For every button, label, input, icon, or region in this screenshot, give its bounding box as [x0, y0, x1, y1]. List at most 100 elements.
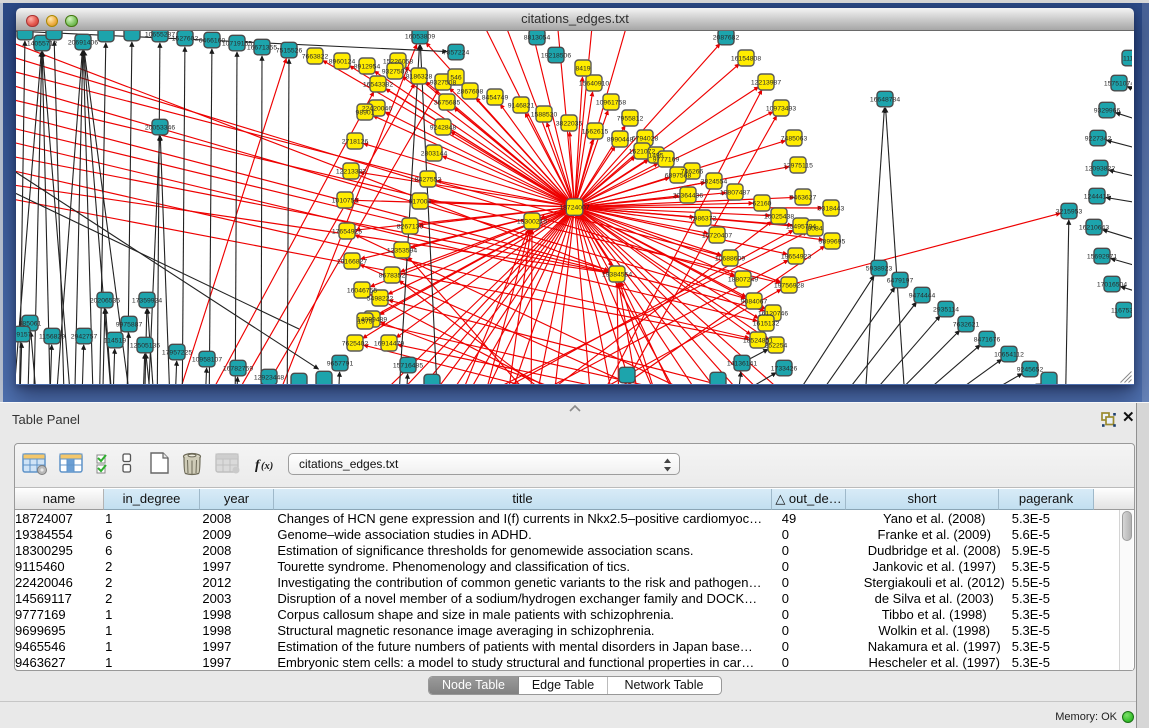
svg-text:9327503: 9327503	[382, 68, 409, 75]
svg-text:15751074: 15751074	[1104, 80, 1132, 87]
svg-text:1117: 1117	[1123, 55, 1132, 62]
svg-text:7986372: 7986372	[690, 215, 717, 222]
svg-text:19756928: 19756928	[774, 282, 804, 289]
svg-text:19166827: 19166827	[337, 258, 367, 265]
svg-text:3824554: 3824554	[701, 178, 728, 185]
svg-text:7955812: 7955812	[617, 115, 644, 122]
svg-text:15716485: 15716485	[393, 362, 423, 369]
svg-text:10688609: 10688609	[715, 255, 745, 262]
svg-text:8912954: 8912954	[354, 63, 381, 70]
svg-text:9227342: 9227342	[1085, 135, 1112, 142]
svg-text:12213987: 12213987	[751, 79, 781, 86]
svg-text:3822035: 3822035	[556, 120, 583, 127]
svg-text:10958107: 10958107	[192, 356, 222, 363]
svg-text:(x): (x)	[261, 461, 273, 472]
svg-text:9474444: 9474444	[909, 292, 936, 299]
svg-text:9084067: 9084067	[741, 298, 768, 305]
svg-text:9899695: 9899695	[819, 238, 846, 245]
svg-text:2087682: 2087682	[713, 34, 740, 41]
svg-text:546: 546	[450, 74, 462, 81]
svg-text:1733426: 1733426	[771, 365, 798, 372]
svg-text:1244415: 1244415	[1084, 193, 1111, 200]
svg-text:7632621: 7632621	[953, 321, 980, 328]
svg-text:16914479: 16914479	[374, 340, 404, 347]
svg-text:8454749: 8454749	[482, 94, 509, 101]
svg-text:1156829: 1156829	[39, 333, 65, 340]
svg-text:6479197: 6479197	[887, 277, 914, 284]
svg-text:7857224: 7857224	[443, 49, 470, 56]
svg-text:3215953: 3215953	[1056, 208, 1083, 215]
svg-text:98901: 98901	[356, 109, 375, 116]
svg-text:18807249: 18807249	[728, 276, 758, 283]
svg-text:14055712: 14055712	[27, 40, 57, 47]
svg-text:2718126: 2718126	[342, 138, 369, 145]
svg-text:17359924: 17359924	[132, 297, 162, 304]
svg-text:9242848: 9242848	[430, 124, 457, 131]
svg-text:1588520: 1588520	[531, 111, 558, 118]
svg-text:1615132: 1615132	[753, 320, 780, 327]
svg-text:20053346: 20053346	[145, 124, 175, 131]
svg-text:8990448: 8990448	[607, 136, 634, 143]
svg-text:16120746: 16120746	[758, 310, 788, 317]
svg-text:10654112: 10654112	[994, 351, 1024, 358]
svg-text:15720407: 15720407	[702, 232, 732, 239]
svg-text:8427552: 8427552	[415, 176, 442, 183]
svg-text:9657791: 9657791	[327, 360, 354, 367]
svg-text:8419: 8419	[575, 65, 590, 72]
svg-text:1167535: 1167535	[1111, 307, 1132, 314]
svg-text:252254: 252254	[765, 342, 788, 349]
svg-text:2867608: 2867608	[457, 88, 484, 95]
svg-text:8471676: 8471676	[974, 336, 1001, 343]
svg-text:9318443: 9318443	[818, 205, 845, 212]
svg-text:9975887: 9975887	[116, 321, 143, 328]
svg-text:12213383: 12213383	[336, 168, 366, 175]
svg-text:17654925: 17654925	[332, 228, 362, 235]
svg-text:7625402: 7625402	[342, 340, 369, 347]
svg-text:9245652: 9245652	[1017, 366, 1044, 373]
svg-text:17957225: 17957225	[162, 349, 192, 356]
svg-text:7485063: 7485063	[781, 135, 808, 142]
svg-text:15640910: 15640910	[579, 80, 609, 87]
svg-text:8678352: 8678352	[379, 272, 406, 279]
svg-text:16543382: 16543382	[363, 81, 393, 88]
svg-text:16154808: 16154808	[731, 55, 761, 62]
svg-text:20364436: 20364436	[673, 192, 703, 199]
svg-text:9329966: 9329966	[1094, 107, 1121, 114]
svg-text:18724007: 18724007	[559, 205, 589, 212]
svg-text:6794028: 6794028	[632, 135, 659, 142]
svg-text:8084: 8084	[807, 225, 822, 232]
svg-text:15300215: 15300215	[517, 218, 547, 225]
svg-text:17016504: 17016504	[1097, 281, 1127, 288]
svg-text:12923448: 12923448	[254, 374, 284, 381]
svg-text:39157: 39157	[16, 331, 32, 338]
svg-text:1527602: 1527602	[172, 35, 199, 42]
svg-text:20206535: 20206535	[90, 297, 120, 304]
svg-text:8186328: 8186328	[406, 73, 433, 80]
svg-text:8813054: 8813054	[524, 34, 551, 41]
svg-text:10973493: 10973493	[766, 105, 796, 112]
svg-text:16671355: 16671355	[247, 44, 277, 51]
svg-text:10961758: 10961758	[596, 99, 626, 106]
svg-text:3675685: 3675685	[434, 99, 461, 106]
svg-text:1575: 1575	[357, 318, 372, 325]
svg-text:2935114: 2935114	[933, 306, 959, 313]
svg-text:9463627: 9463627	[790, 194, 817, 201]
svg-text:12975115: 12975115	[783, 162, 813, 169]
svg-text:5938923: 5938923	[866, 265, 893, 272]
svg-text:7663822: 7663822	[302, 53, 329, 60]
svg-text:14136141: 14136141	[727, 360, 757, 367]
svg-text:985061: 985061	[19, 320, 42, 327]
svg-text:16210643: 16210643	[1079, 224, 1109, 231]
svg-text:114519: 114519	[104, 337, 126, 344]
svg-text:19654923: 19654923	[781, 253, 811, 260]
svg-text:62160: 62160	[753, 200, 772, 207]
svg-text:15692971: 15692971	[1087, 253, 1117, 260]
svg-text:16782759: 16782759	[223, 365, 253, 372]
svg-text:2942757: 2942757	[71, 333, 98, 340]
svg-text:6897568: 6897568	[665, 172, 692, 179]
svg-text:9777169: 9777169	[653, 156, 680, 163]
svg-text:15226058: 15226058	[383, 58, 413, 65]
svg-text:7515526: 7515526	[276, 47, 303, 54]
svg-text:10655287: 10655287	[145, 31, 175, 38]
svg-text:9146821: 9146821	[508, 102, 535, 109]
